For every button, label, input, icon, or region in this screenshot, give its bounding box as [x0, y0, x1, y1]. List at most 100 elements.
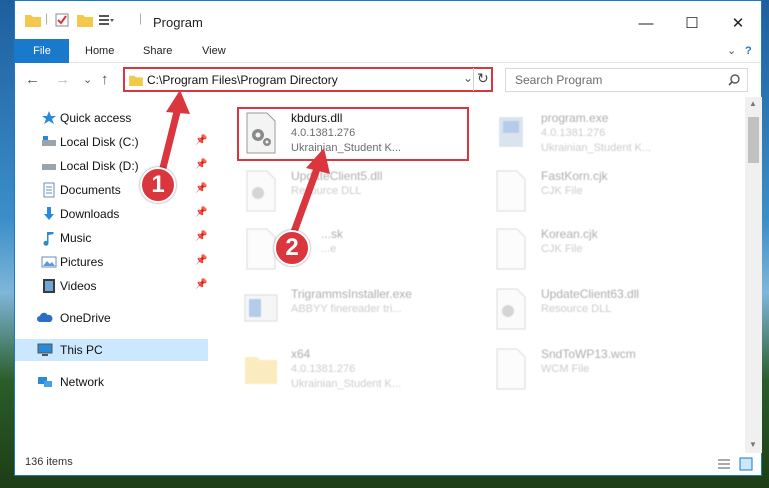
file-list: kbdurs.dll 4.0.1381.276 Ukrainian_Studen… — [211, 97, 745, 453]
file-name: TrigrammsInstaller.exe — [291, 287, 412, 301]
exe-icon — [499, 117, 523, 147]
back-button[interactable]: ← — [25, 71, 40, 88]
customize-toolbar-icon[interactable] — [99, 13, 115, 27]
sidebar-item-label: Videos — [60, 279, 97, 293]
sidebar-item-music[interactable]: Music 📌 — [15, 227, 208, 249]
pin-icon: 📌 — [195, 255, 208, 266]
up-button[interactable]: ↑ — [101, 71, 109, 88]
maximize-button[interactable]: ☐ — [669, 9, 715, 37]
divider — [473, 68, 474, 91]
sidebar-item-quick-access[interactable]: Quick access — [15, 107, 208, 129]
file-item-korean-cjk[interactable]: Korean.cjk CJK File — [491, 223, 731, 277]
tab-home[interactable]: Home — [85, 39, 114, 63]
scroll-thumb[interactable] — [748, 117, 759, 163]
navigation-pane: Quick access Local Disk (C:) 📌 Local Dis… — [15, 97, 211, 453]
pictures-icon — [41, 256, 57, 268]
sidebar-item-onedrive[interactable]: OneDrive — [15, 307, 208, 329]
star-icon — [42, 111, 56, 124]
close-button[interactable]: ✕ — [715, 9, 761, 37]
large-icons-view-icon[interactable] — [739, 457, 753, 471]
recent-locations-button[interactable]: ⌄ — [83, 73, 92, 86]
installer-icon — [244, 294, 278, 322]
file-name: ...sk — [321, 227, 344, 241]
sidebar-item-label: Network — [60, 375, 105, 389]
file-version: 4.0.1381.276 — [291, 363, 356, 375]
file-type: Resource DLL — [291, 185, 362, 197]
annotation-badge-1: 1 — [140, 167, 176, 203]
window-title: Program — [153, 15, 203, 30]
file-type: CJK File — [541, 243, 583, 255]
file-description: Ukrainian_Student K... — [541, 142, 652, 154]
file-item-updateclient63-dll[interactable]: UpdateClient63.dll Resource DLL — [491, 283, 731, 337]
scroll-up-icon[interactable]: ▲ — [749, 99, 757, 108]
annotation-badge-2: 2 — [274, 230, 310, 266]
forward-button[interactable]: → — [55, 71, 70, 88]
file-item-fastkorn-cjk[interactable]: FastKorn.cjk CJK File — [491, 165, 731, 219]
file-type: WCM File — [541, 363, 590, 375]
sidebar-item-documents[interactable]: Documents 📌 — [15, 179, 208, 201]
tab-view[interactable]: View — [202, 39, 226, 63]
search-icon[interactable] — [728, 74, 740, 86]
scroll-down-icon[interactable]: ▼ — [749, 440, 757, 449]
videos-icon — [43, 279, 55, 293]
sidebar-item-label: Local Disk (C:) — [60, 135, 139, 149]
ribbon-expand-icon[interactable]: ⌄ — [727, 39, 736, 63]
pin-icon: 📌 — [195, 159, 208, 170]
folder-icon — [245, 357, 277, 384]
file-name: x64 — [291, 347, 311, 361]
file-type: ...e — [321, 243, 337, 255]
sidebar-item-label: Local Disk (D:) — [60, 159, 139, 173]
drive-icon — [42, 136, 56, 146]
file-name: FastKorn.cjk — [541, 169, 608, 183]
sidebar-item-label: Downloads — [60, 207, 120, 221]
file-item-trigrammsinstaller-exe[interactable]: TrigrammsInstaller.exe ABBYY finereader … — [241, 283, 481, 337]
properties-icon[interactable] — [55, 13, 69, 27]
separator: | — [45, 11, 49, 25]
sidebar-item-network[interactable]: Network — [15, 371, 208, 393]
explorer-window: | | Program — ☐ ✕ File Home Share View ⌄… — [14, 0, 762, 476]
sidebar-item-label: Music — [60, 231, 92, 245]
file-item-x64[interactable]: x64 4.0.1381.276 Ukrainian_Student K... — [241, 343, 481, 397]
tab-file[interactable]: File — [15, 39, 69, 63]
new-folder-icon[interactable] — [77, 13, 93, 27]
file-item-sndtowp13-wcm[interactable]: SndToWP13.wcm WCM File — [491, 343, 731, 397]
file-name: SndToWP13.wcm — [541, 347, 636, 361]
tab-share[interactable]: Share — [143, 39, 172, 63]
folder-icon — [129, 75, 143, 86]
help-button[interactable]: ? — [745, 39, 752, 63]
file-item-program-exe[interactable]: program.exe 4.0.1381.276 Ukrainian_Stude… — [491, 107, 731, 161]
search-input[interactable]: Search Program — [515, 73, 602, 87]
pin-icon: 📌 — [195, 231, 208, 242]
file-item-updateclient5-dll[interactable]: UpdateClient5.dll Resource DLL — [241, 165, 481, 219]
refresh-button[interactable]: ↻ — [477, 70, 489, 87]
sidebar-item-downloads[interactable]: Downloads 📌 — [15, 203, 208, 225]
minimize-button[interactable]: — — [623, 9, 669, 37]
file-type: CJK File — [541, 185, 583, 197]
sidebar-item-label: This PC — [60, 343, 103, 357]
sidebar-item-videos[interactable]: Videos 📌 — [15, 275, 208, 297]
blank-file-icon — [496, 170, 526, 212]
folder-icon[interactable] — [25, 13, 41, 27]
pin-icon: 📌 — [195, 207, 208, 218]
status-bar: 136 items — [15, 453, 761, 475]
navigation-bar: ← → ⌄ ↑ C:\Program Files\Program Directo… — [15, 63, 761, 97]
file-type: Resource DLL — [541, 303, 612, 315]
sidebar-item-local-disk-d[interactable]: Local Disk (D:) 📌 — [15, 155, 208, 177]
sidebar-item-local-disk-c[interactable]: Local Disk (C:) 📌 — [15, 131, 208, 153]
address-bar[interactable]: C:\Program Files\Program Directory ⌄ ↻ — [123, 67, 493, 92]
sidebar-item-this-pc[interactable]: This PC — [15, 339, 208, 361]
dll-gear-icon — [496, 288, 526, 330]
file-description: ABBYY finereader tri... — [291, 303, 402, 315]
address-path: C:\Program Files\Program Directory — [147, 73, 338, 87]
vertical-scrollbar[interactable]: ▲ ▼ — [745, 97, 762, 453]
pin-icon: 📌 — [195, 135, 208, 146]
cloud-icon — [37, 312, 53, 322]
documents-icon — [43, 182, 55, 198]
file-version: 4.0.1381.276 — [541, 127, 606, 139]
address-dropdown-icon[interactable]: ⌄ — [463, 71, 473, 85]
pin-icon: 📌 — [195, 279, 208, 290]
details-view-icon[interactable] — [717, 457, 731, 471]
sidebar-item-pictures[interactable]: Pictures 📌 — [15, 251, 208, 273]
search-box[interactable]: Search Program — [505, 68, 748, 92]
computer-icon — [37, 343, 53, 356]
